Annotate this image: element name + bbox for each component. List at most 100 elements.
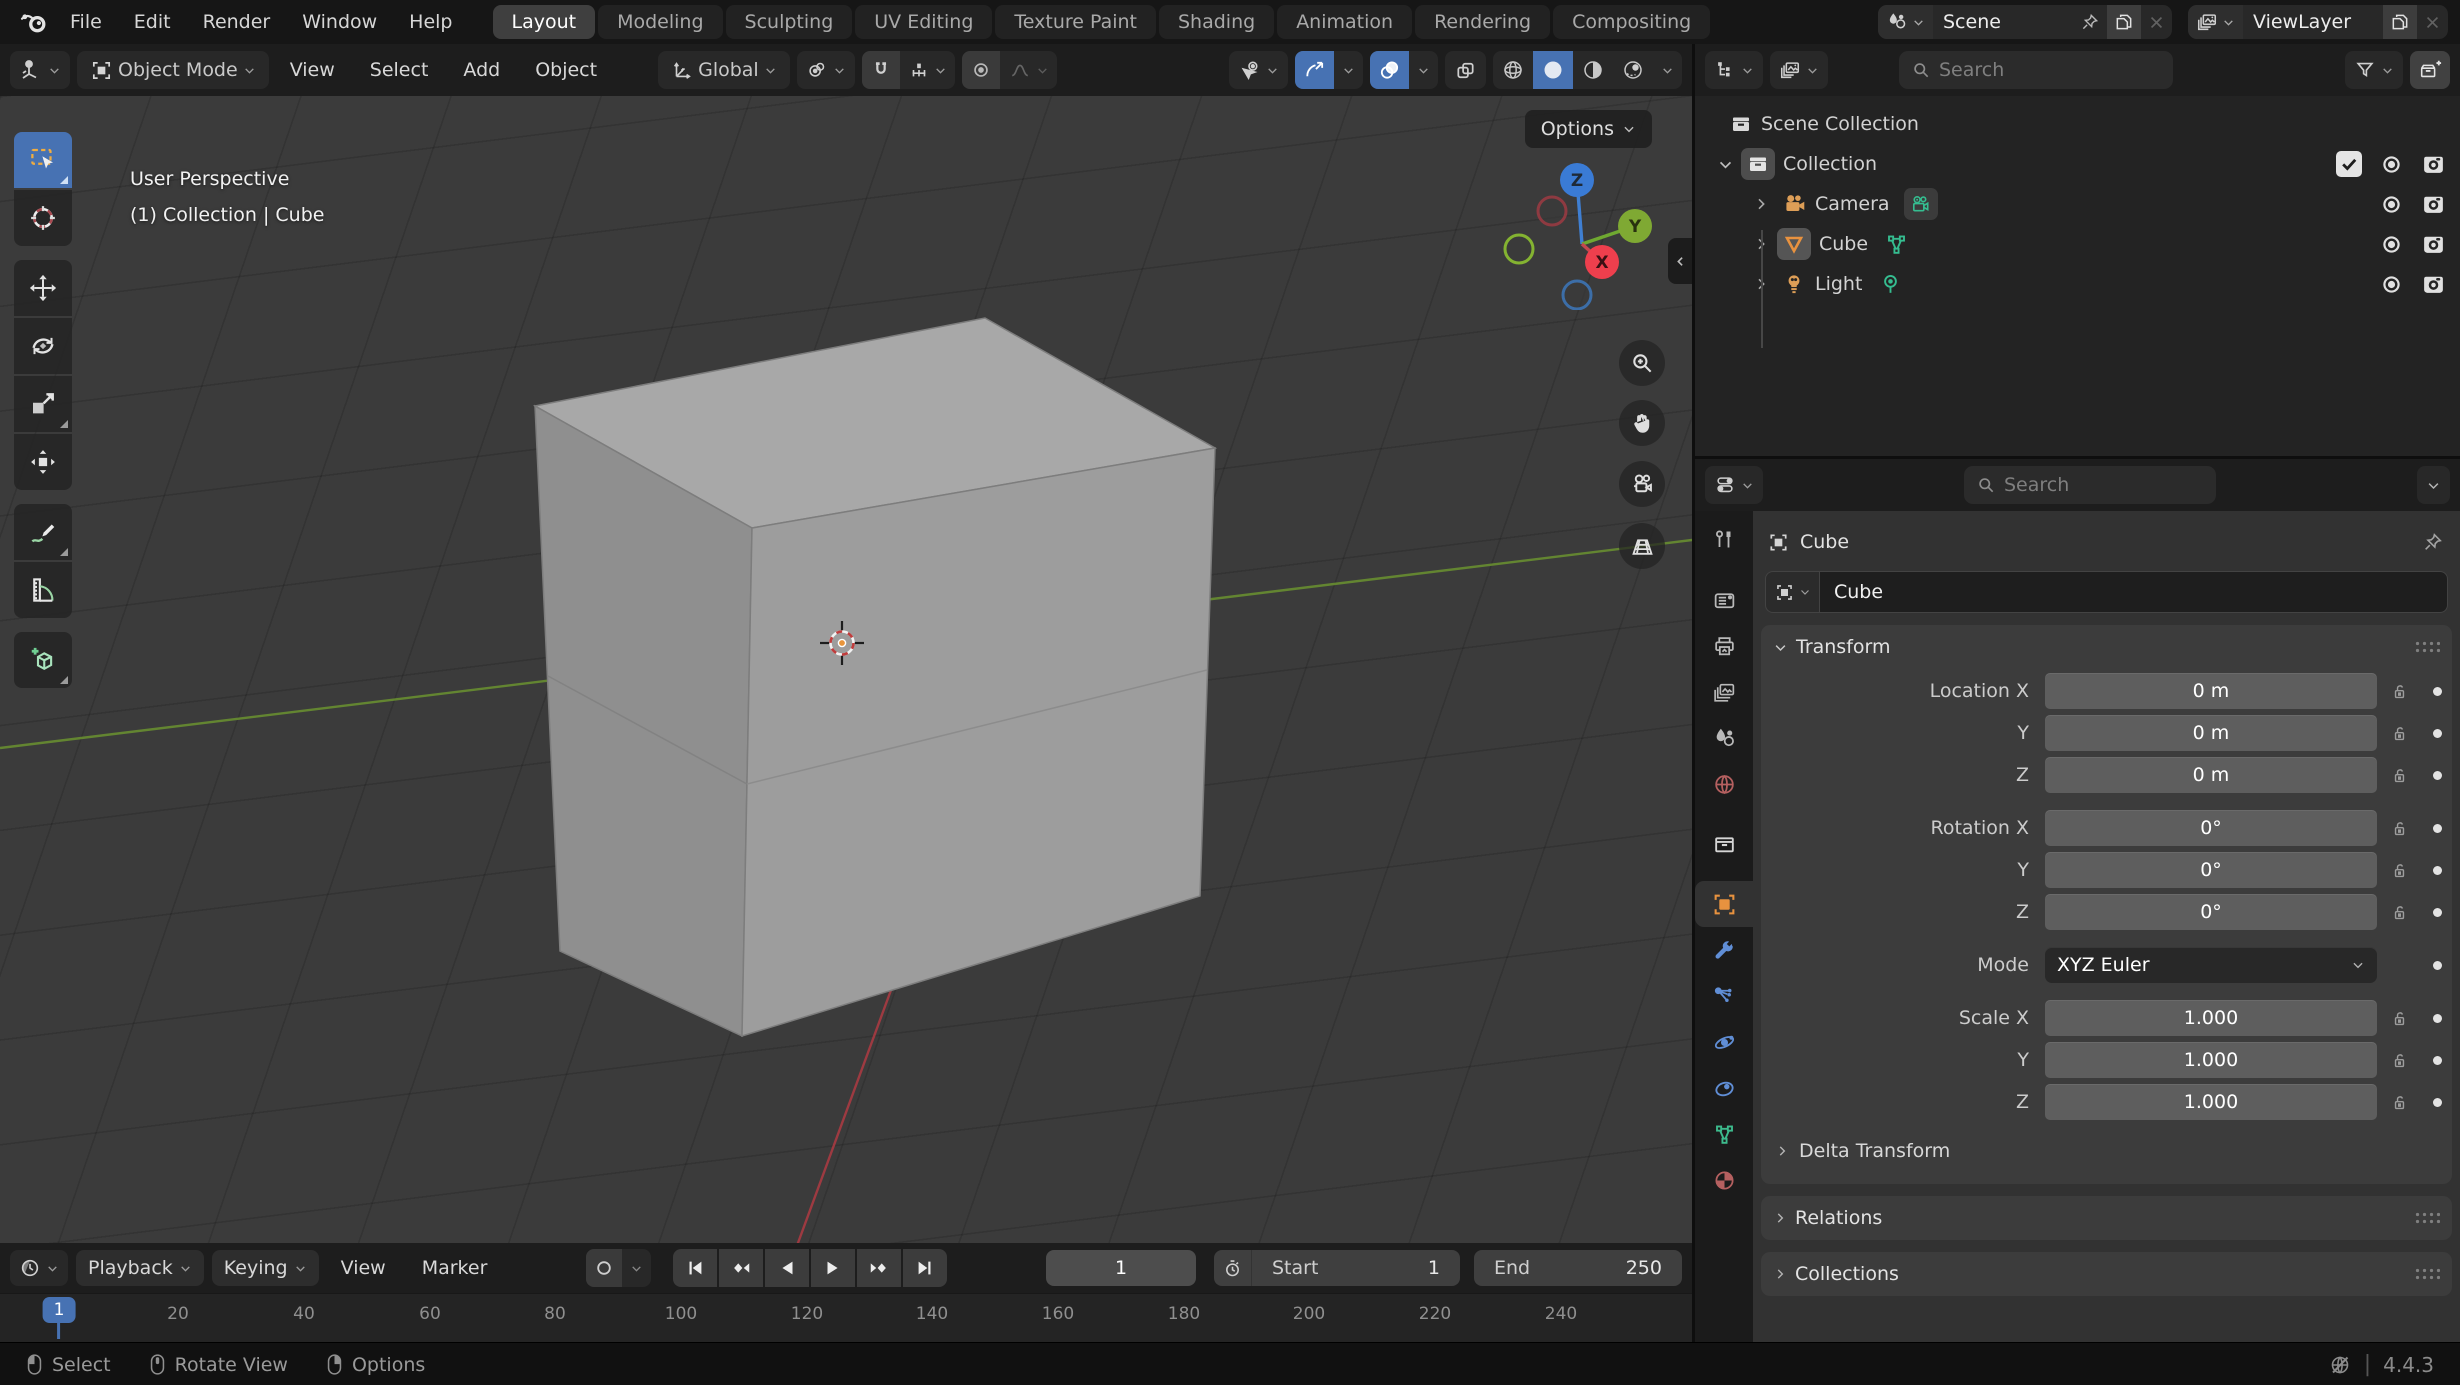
drag-handle-icon[interactable] (2414, 1211, 2440, 1226)
annotate-tool[interactable] (14, 504, 72, 560)
editor-type-button[interactable] (10, 51, 70, 89)
tab-tool[interactable] (1695, 517, 1753, 563)
menu-select[interactable]: Select (356, 59, 443, 81)
play-button[interactable] (811, 1249, 855, 1287)
snap-target-dropdown[interactable] (900, 51, 955, 89)
mesh-data-icon[interactable] (1884, 232, 1909, 257)
lock-icon[interactable] (2377, 1009, 2422, 1028)
tree-row-cube[interactable]: Cube (1695, 224, 2460, 264)
animate-property-dot[interactable] (2422, 1014, 2452, 1023)
snap-toggle[interactable] (862, 51, 900, 89)
toggle-ortho-button[interactable] (1619, 523, 1665, 569)
transform-orientation-dropdown[interactable]: Global (658, 51, 790, 89)
scale-y-field[interactable]: 1.000 (2045, 1042, 2377, 1078)
tab-world[interactable] (1695, 761, 1753, 807)
tab-object[interactable] (1695, 881, 1753, 927)
menu-object[interactable]: Object (521, 59, 611, 81)
expand-chevron-icon[interactable] (1717, 156, 1734, 173)
end-frame-field[interactable]: End 250 (1474, 1250, 1682, 1286)
shading-rendered-button[interactable] (1613, 51, 1653, 89)
pin-id-icon[interactable] (2422, 531, 2444, 553)
object-id-browse[interactable] (1765, 571, 1819, 613)
location-y-field[interactable]: 0 m (2045, 715, 2377, 751)
tab-physics[interactable] (1695, 1019, 1753, 1065)
keying-menu[interactable]: Keying (212, 1250, 319, 1286)
tree-row-light[interactable]: Light (1695, 264, 2460, 304)
location-z-field[interactable]: 0 m (2045, 757, 2377, 793)
animate-property-dot[interactable] (2422, 729, 2452, 738)
delta-transform-subpanel[interactable]: Delta Transform (1761, 1128, 2452, 1174)
location-x-field[interactable]: 0 m (2045, 673, 2377, 709)
new-viewlayer-button[interactable] (2383, 5, 2417, 39)
scale-z-field[interactable]: 1.000 (2045, 1084, 2377, 1120)
auto-keying-toggle[interactable] (586, 1249, 622, 1287)
render-visibility-toggle[interactable] (2421, 272, 2446, 297)
viewport-options-button[interactable]: Options (1525, 110, 1652, 148)
lock-icon[interactable] (2377, 819, 2422, 838)
tab-compositing[interactable]: Compositing (1553, 5, 1710, 39)
animate-property-dot[interactable] (2422, 1056, 2452, 1065)
animate-property-dot[interactable] (2422, 687, 2452, 696)
tab-data[interactable] (1695, 1111, 1753, 1157)
render-visibility-toggle[interactable] (2421, 192, 2446, 217)
pin-scene-icon[interactable] (2073, 5, 2107, 39)
rotation-x-field[interactable]: 0° (2045, 810, 2377, 846)
tree-row-camera[interactable]: Camera (1695, 184, 2460, 224)
animate-property-dot[interactable] (2422, 961, 2452, 970)
lock-icon[interactable] (2377, 903, 2422, 922)
play-reverse-button[interactable] (765, 1249, 809, 1287)
tab-rendering[interactable]: Rendering (1415, 5, 1550, 39)
jump-to-start-button[interactable] (673, 1249, 717, 1287)
show-gizmo-toggle[interactable] (1295, 51, 1334, 89)
current-frame-field[interactable]: 1 (1046, 1250, 1196, 1286)
lock-icon[interactable] (2377, 724, 2422, 743)
tab-output[interactable] (1695, 623, 1753, 669)
new-scene-button[interactable] (2107, 5, 2141, 39)
render-visibility-toggle[interactable] (2421, 232, 2446, 257)
prev-keyframe-button[interactable] (719, 1249, 763, 1287)
scale-x-field[interactable]: 1.000 (2045, 1000, 2377, 1036)
measure-tool[interactable] (14, 562, 72, 618)
lock-icon[interactable] (2377, 682, 2422, 701)
shading-material-button[interactable] (1573, 51, 1613, 89)
tab-constraints[interactable] (1695, 1065, 1753, 1111)
animate-property-dot[interactable] (2422, 824, 2452, 833)
menu-help[interactable]: Help (393, 11, 468, 33)
object-type-visibility-dropdown[interactable] (1229, 51, 1288, 89)
outliner-search[interactable]: Search (1899, 51, 2173, 89)
tab-particles[interactable] (1695, 973, 1753, 1019)
outliner-editor-type-button[interactable] (1705, 51, 1763, 89)
expand-chevron-icon[interactable] (1753, 196, 1769, 212)
viewlayer-browse-button[interactable] (2188, 5, 2243, 39)
lock-icon[interactable] (2377, 1051, 2422, 1070)
proportional-falloff-dropdown[interactable] (1000, 51, 1057, 89)
camera-data-icon[interactable] (1904, 188, 1938, 220)
timeline-ruler[interactable]: 1 20 40 60 80 100 120 140 160 180 200 22… (0, 1293, 1692, 1342)
navigation-gizmo[interactable]: Z Y X (1491, 140, 1661, 310)
timeline-marker-menu[interactable]: Marker (408, 1257, 502, 1279)
breadcrumb-object-name[interactable]: Cube (1800, 531, 1849, 553)
tab-material[interactable] (1695, 1157, 1753, 1203)
move-tool[interactable] (14, 260, 72, 316)
tab-uv-editing[interactable]: UV Editing (855, 5, 992, 39)
scale-tool[interactable] (14, 376, 72, 432)
next-keyframe-button[interactable] (857, 1249, 901, 1287)
scene-browse-button[interactable] (1878, 5, 1933, 39)
tree-row-scene-collection[interactable]: Scene Collection (1695, 104, 2460, 144)
tab-layout[interactable]: Layout (493, 5, 596, 39)
timeline-editor-type-button[interactable] (10, 1250, 68, 1286)
light-data-icon[interactable] (1878, 272, 1903, 297)
add-cube-tool[interactable] (14, 632, 72, 688)
shading-dropdown[interactable] (1653, 51, 1682, 89)
tab-modeling[interactable]: Modeling (598, 5, 722, 39)
properties-options-button[interactable] (2417, 466, 2450, 504)
menu-window[interactable]: Window (286, 11, 393, 33)
tree-row-collection[interactable]: Collection (1695, 144, 2460, 184)
tab-modifiers[interactable] (1695, 927, 1753, 973)
animate-property-dot[interactable] (2422, 771, 2452, 780)
auto-keying-dropdown[interactable] (622, 1249, 651, 1287)
select-box-tool[interactable] (14, 132, 72, 188)
shading-solid-button[interactable] (1533, 51, 1573, 89)
rotation-y-field[interactable]: 0° (2045, 852, 2377, 888)
scene-view[interactable] (0, 96, 1692, 1243)
